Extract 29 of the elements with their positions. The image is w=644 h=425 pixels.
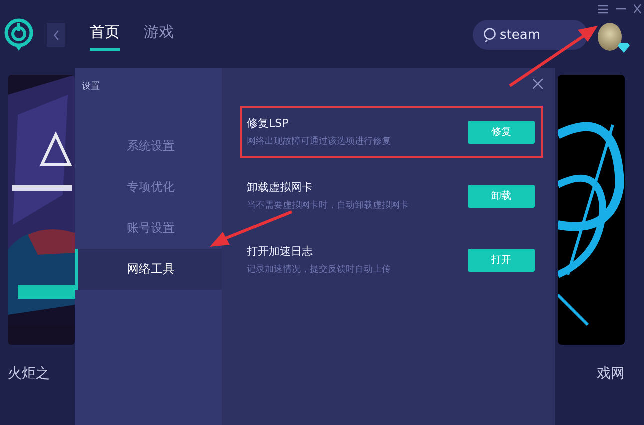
avatar[interactable]	[598, 23, 622, 51]
action-button[interactable]: 打开	[468, 248, 535, 272]
tool-description: 网络出现故障可通过该选项进行修复	[247, 136, 391, 148]
game-title: 火炬之	[8, 365, 51, 383]
settings-nav-item[interactable]: 网络工具	[75, 249, 222, 290]
back-button[interactable]	[47, 23, 65, 47]
nav-tab[interactable]: 首页	[90, 19, 120, 51]
diamond-icon	[618, 43, 630, 53]
tool-title: 打开加速日志	[247, 244, 314, 259]
close-icon[interactable]	[533, 79, 543, 89]
tool-title: 修复LSP	[247, 116, 290, 131]
tool-description: 记录加速情况，提交反馈时自动上传	[247, 264, 391, 276]
menu-icon[interactable]	[598, 4, 608, 14]
search-field[interactable]: steam	[473, 20, 588, 50]
chevron-left-icon	[52, 30, 60, 40]
close-icon[interactable]	[634, 4, 641, 14]
tool-description: 当不需要虚拟网卡时，自动卸载虚拟网卡	[247, 200, 409, 212]
minimize-icon[interactable]	[616, 8, 626, 10]
action-button[interactable]: 修复	[468, 120, 535, 144]
search-icon	[483, 27, 497, 43]
logo-icon	[4, 18, 34, 52]
settings-nav-item[interactable]: 账号设置	[75, 208, 222, 249]
action-button[interactable]: 卸载	[468, 184, 535, 208]
settings-nav-item[interactable]: 系统设置	[75, 126, 222, 167]
tool-title: 卸载虚拟网卡	[247, 180, 314, 195]
nav-tab[interactable]: 游戏	[144, 19, 174, 51]
game-title: 戏网	[597, 365, 625, 383]
settings-nav-item[interactable]: 专项优化	[75, 167, 222, 208]
dialog-title: 设置	[82, 80, 101, 93]
